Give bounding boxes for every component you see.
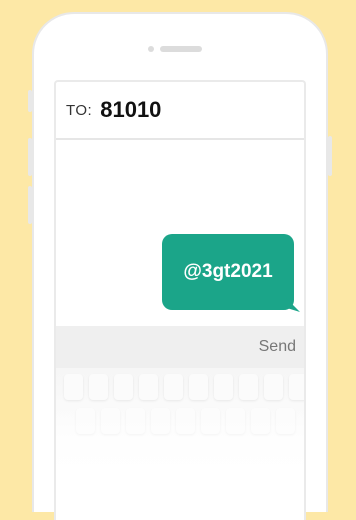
keyboard-key[interactable] (114, 374, 133, 400)
keyboard-key[interactable] (264, 374, 283, 400)
keyboard-key[interactable] (189, 374, 208, 400)
phone-volume-down-button (28, 186, 32, 224)
keyboard-key[interactable] (226, 408, 245, 434)
phone-mockup: TO: 81010 @3gt2021 Send (28, 12, 332, 520)
recipient-number: 81010 (100, 97, 162, 122)
message-bubble: @3gt2021 (162, 234, 294, 310)
speaker-grille (160, 46, 202, 52)
camera-dot (148, 46, 154, 52)
keyboard-key[interactable] (126, 408, 145, 434)
keyboard-key[interactable] (151, 408, 170, 434)
to-label: TO: (66, 101, 93, 119)
send-button[interactable]: Send (259, 338, 296, 356)
keyboard-key[interactable] (251, 408, 270, 434)
keyboard-key[interactable] (276, 408, 295, 434)
keyboard-key[interactable] (201, 408, 220, 434)
phone-power-button (328, 136, 332, 176)
recipient-field[interactable]: TO: 81010 (56, 82, 304, 140)
compose-bar: Send (56, 326, 304, 368)
message-text: @3gt2021 (183, 261, 273, 282)
keyboard-key[interactable] (214, 374, 233, 400)
keyboard-key[interactable] (139, 374, 158, 400)
phone-side-button (28, 90, 32, 112)
keyboard-key[interactable] (89, 374, 108, 400)
keyboard-key[interactable] (101, 408, 120, 434)
keyboard-key[interactable] (176, 408, 195, 434)
keyboard-key[interactable] (76, 408, 95, 434)
keyboard-key[interactable] (164, 374, 183, 400)
keyboard-row-1 (64, 374, 304, 400)
keyboard-key[interactable] (239, 374, 258, 400)
keyboard-key[interactable] (289, 374, 304, 400)
phone-screen: TO: 81010 @3gt2021 Send (54, 80, 306, 520)
keyboard-row-2 (76, 408, 295, 434)
keyboard (56, 368, 304, 520)
keyboard-key[interactable] (64, 374, 83, 400)
phone-volume-up-button (28, 138, 32, 176)
